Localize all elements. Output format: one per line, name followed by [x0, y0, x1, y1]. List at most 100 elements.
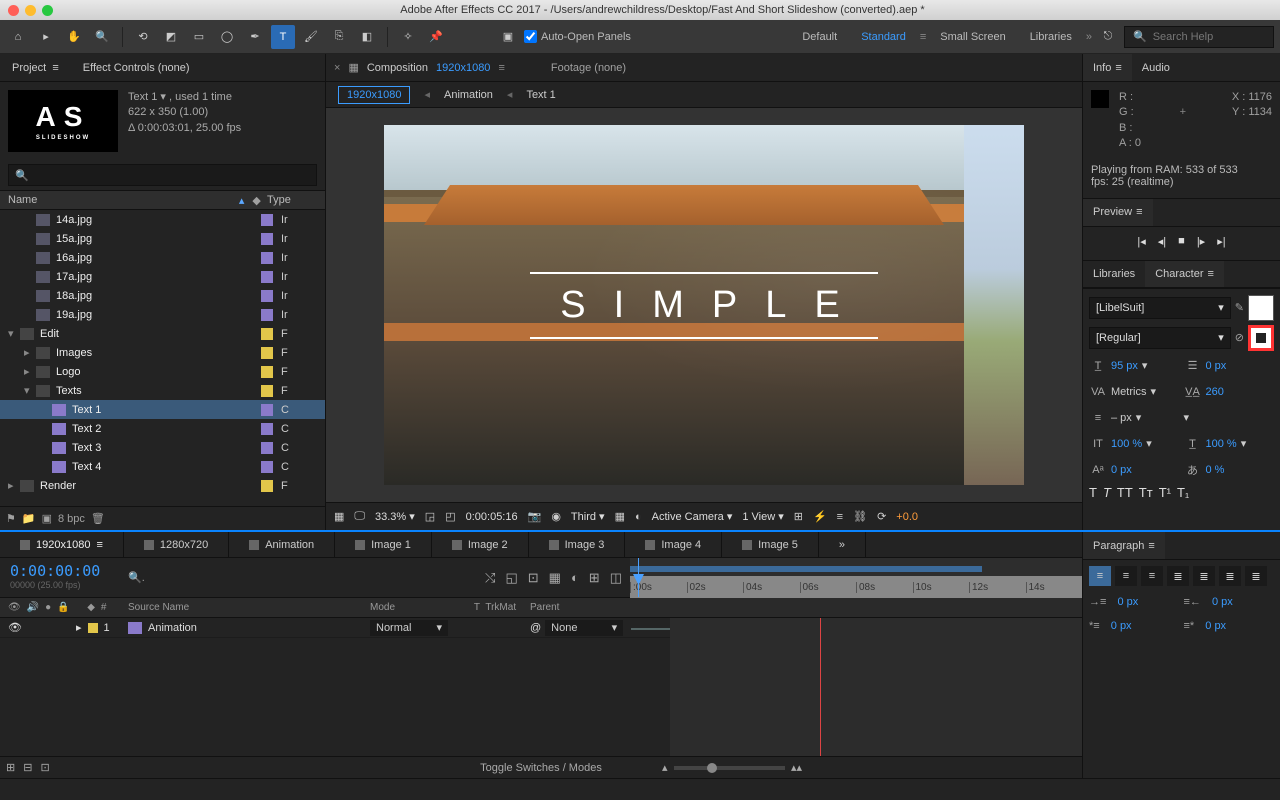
auto-open-panels-checkbox[interactable]: Auto-Open Panels [524, 30, 631, 43]
tracking-input[interactable]: 260 [1206, 386, 1224, 398]
timeline-ruler[interactable]: :00s02s04s06s08s10s12s14s [630, 558, 1082, 597]
eraser-tool-icon[interactable]: ◧ [355, 25, 379, 49]
timeline-tab[interactable]: 1280x720 [124, 532, 229, 557]
project-search-input[interactable]: 🔍 [8, 164, 317, 186]
zoom-out-icon[interactable]: ▴ [662, 761, 668, 774]
search-help-input[interactable]: 🔍 Search Help [1124, 26, 1274, 48]
rectangle-tool-icon[interactable]: ▭ [187, 25, 211, 49]
lock-toggle-icon[interactable]: 🔒 [57, 602, 69, 613]
timeline-search-input[interactable]: 🔍. [120, 558, 370, 597]
timeline-tab[interactable]: Image 5 [722, 532, 819, 557]
justify-right-button[interactable]: ≣ [1219, 566, 1241, 586]
align-left-button[interactable]: ≡ [1089, 566, 1111, 586]
snapshot-icon[interactable]: 📷 [528, 510, 542, 523]
eyedropper-icon[interactable]: ✎ [1235, 301, 1244, 314]
cti-line[interactable] [820, 618, 821, 756]
ellipse-tool-icon[interactable]: ◯ [215, 25, 239, 49]
project-item[interactable]: 14a.jpgIr [0, 210, 325, 229]
twirl-icon[interactable]: ▸ [24, 365, 36, 378]
pen-tool-icon[interactable]: ✒ [243, 25, 267, 49]
tab-libraries[interactable]: Libraries [1083, 261, 1145, 287]
tab-effect-controls[interactable]: Effect Controls (none) [71, 54, 202, 81]
prev-frame-icon[interactable]: ◂| [1158, 235, 1166, 248]
roto-tool-icon[interactable]: ✧ [396, 25, 420, 49]
shy-icon[interactable]: ⊡ [528, 570, 539, 586]
hscale-input[interactable]: 100 % [1206, 438, 1237, 450]
layer-name[interactable]: Animation [148, 622, 197, 634]
stop-icon[interactable]: ■ [1178, 235, 1185, 248]
orbit-tool-icon[interactable]: ⟲ [131, 25, 155, 49]
mask-icon[interactable]: ◐ [635, 511, 642, 523]
allcaps-button[interactable]: TT [1117, 485, 1133, 500]
work-area-bar[interactable] [630, 566, 982, 572]
last-frame-icon[interactable]: ▸| [1217, 235, 1225, 248]
sort-arrow-icon[interactable]: ▴ [239, 194, 245, 207]
expand-icon[interactable]: ⊡ [40, 761, 49, 774]
tab-preview[interactable]: Preview ≡ [1083, 199, 1153, 226]
trash-icon[interactable]: 🗑 [91, 512, 105, 525]
color-depth-button[interactable]: 8 bpc [58, 513, 85, 525]
current-time-display[interactable]: 0:00:00:00 00000 (25.00 fps) [0, 558, 120, 597]
sync-settings-icon[interactable]: ⎋ [1096, 25, 1120, 49]
space-before-input[interactable]: 0 px [1111, 620, 1132, 632]
brainstorm-icon[interactable]: ◫ [610, 570, 622, 586]
new-folder-icon[interactable]: 📁 [22, 512, 36, 525]
magnification-icon[interactable]: ▦ [334, 510, 344, 523]
vscale-input[interactable]: 100 % [1111, 438, 1142, 450]
smallcaps-button[interactable]: Tᴛ [1139, 485, 1153, 500]
graph-editor-icon[interactable]: ⊞ [589, 570, 600, 586]
toggle-switches-icon[interactable]: ⊞ [6, 761, 15, 774]
first-frame-icon[interactable]: |◂ [1137, 235, 1145, 248]
overlay-text[interactable]: SIMPLE [530, 272, 877, 339]
justify-all-button[interactable]: ≣ [1245, 566, 1267, 586]
label-swatch[interactable] [261, 385, 273, 397]
project-item[interactable]: ▾EditF [0, 324, 325, 343]
indent-left-input[interactable]: 0 px [1117, 596, 1138, 608]
twirl-icon[interactable]: ▸ [24, 346, 36, 359]
label-swatch[interactable] [261, 347, 273, 359]
pickwhip-icon[interactable]: @ [530, 622, 541, 634]
twirl-icon[interactable]: ▾ [24, 384, 36, 397]
toggle-switches-modes-button[interactable]: Toggle Switches / Modes [480, 762, 602, 774]
workspace-standard[interactable]: Standard [851, 31, 916, 43]
puppet-tool-icon[interactable]: 📌 [424, 25, 448, 49]
timeline-tab[interactable]: Image 1 [335, 532, 432, 557]
project-item[interactable]: ▸RenderF [0, 476, 325, 495]
timeline-icon[interactable]: ≡ [837, 511, 843, 523]
composition-canvas[interactable]: SIMPLE [384, 125, 1024, 485]
project-item[interactable]: ▸ImagesF [0, 343, 325, 362]
workspace-default[interactable]: Default [792, 31, 847, 43]
zoom-in-icon[interactable]: ▴▴ [791, 761, 802, 774]
project-columns-header[interactable]: Name ▴ ◆ Type [0, 190, 325, 210]
parent-dropdown[interactable]: None▾ [545, 620, 623, 636]
timecode-display[interactable]: 0:00:05:16 [466, 511, 518, 523]
align-right-button[interactable]: ≡ [1141, 566, 1163, 586]
label-swatch[interactable] [261, 328, 273, 340]
align-center-button[interactable]: ≡ [1115, 566, 1137, 586]
no-fill-icon[interactable]: ⊘ [1235, 331, 1244, 344]
interpret-footage-icon[interactable]: ⚑ [6, 512, 16, 525]
composition-viewer[interactable]: SIMPLE [326, 108, 1082, 502]
project-item[interactable]: 19a.jpgIr [0, 305, 325, 324]
project-item[interactable]: Text 1C [0, 400, 325, 419]
minimize-window-icon[interactable] [25, 5, 36, 16]
zoom-tool-icon[interactable]: 🔍 [90, 25, 114, 49]
blend-mode-dropdown[interactable]: Normal▾ [370, 620, 448, 636]
label-swatch[interactable] [261, 404, 273, 416]
zoom-slider[interactable] [674, 766, 785, 770]
fill-color-swatch[interactable] [1248, 295, 1274, 321]
label-swatch[interactable] [261, 271, 273, 283]
timeline-layers[interactable]: 👁 ▸ 1 Animation Normal▾ @ None▾ [0, 618, 1082, 756]
baseline-input[interactable]: 0 px [1111, 464, 1132, 476]
frame-blend-icon[interactable]: ▦ [549, 570, 561, 586]
hand-tool-icon[interactable]: ✋ [62, 25, 86, 49]
project-item[interactable]: Text 4C [0, 457, 325, 476]
font-style-dropdown[interactable]: [Regular]▾ [1089, 327, 1231, 349]
tab-project[interactable]: Project ≡ [0, 54, 71, 81]
comp-flowchart-icon[interactable]: ⛓ [853, 510, 867, 523]
stroke-style-dropdown[interactable]: ▾ [1184, 411, 1190, 424]
project-item[interactable]: Text 2C [0, 419, 325, 438]
twirl-icon[interactable]: ▾ [8, 327, 20, 340]
label-swatch[interactable] [261, 252, 273, 264]
breadcrumb-item[interactable]: Text 1 [526, 89, 555, 101]
